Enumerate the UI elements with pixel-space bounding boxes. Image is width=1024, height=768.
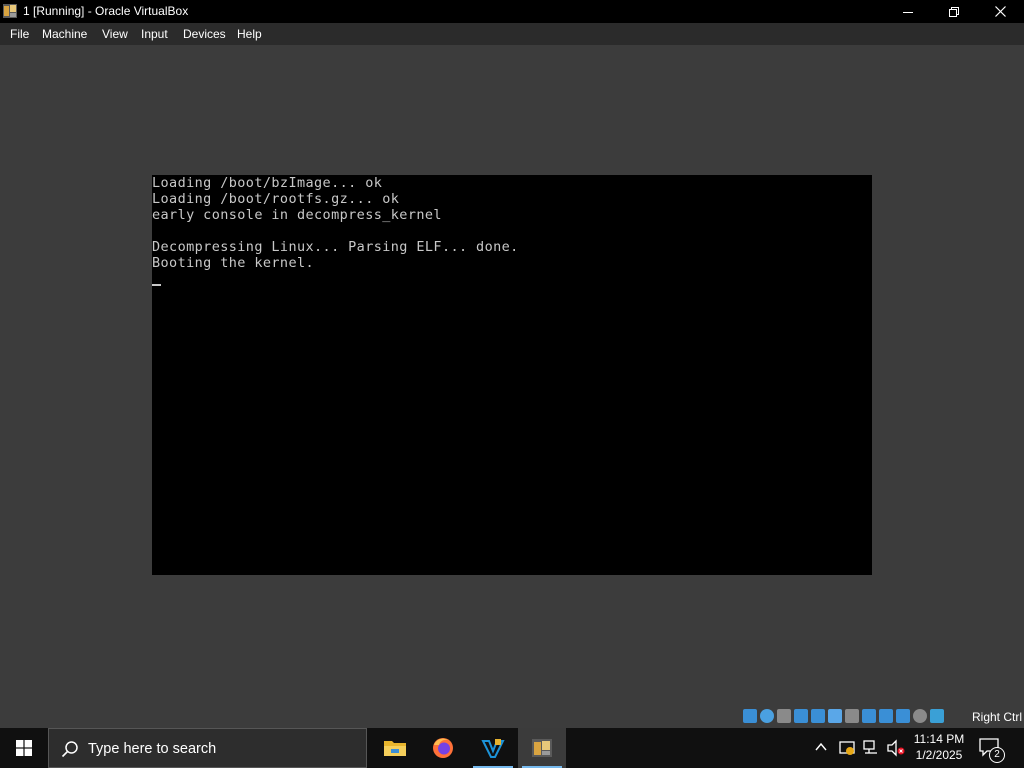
usb-icon[interactable] [828,709,842,723]
taskbar: Type here to search 11:14 PM 1/2/2025 2 [0,728,1024,768]
taskbar-clock[interactable]: 11:14 PM 1/2/2025 [910,731,968,763]
menu-file[interactable]: File [10,27,29,41]
vm-console-screen[interactable]: Loading /boot/bzImage... ok Loading /boo… [152,175,872,575]
window-title: 1 [Running] - Oracle VirtualBox [23,4,189,18]
floppy-icon[interactable] [777,709,791,723]
menu-view[interactable]: View [102,27,128,41]
title-bar: 1 [Running] - Oracle VirtualBox [0,0,1024,23]
shared-folders-icon[interactable] [845,709,859,723]
virtualbox-app-icon[interactable] [2,3,18,19]
host-key-label: Right Ctrl [972,710,1023,724]
taskbar-visual-studio-code[interactable] [469,728,517,768]
console-line: Booting the kernel. [152,255,315,271]
notification-count-badge: 2 [989,747,1005,763]
console-line: early console in decompress_kernel [152,207,442,223]
console-line: Loading /boot/rootfs.gz... ok [152,191,400,207]
search-icon [61,740,79,763]
show-hidden-icons-button[interactable] [814,740,828,759]
close-icon [994,6,1006,17]
close-button[interactable] [977,0,1023,23]
clock-date: 1/2/2025 [915,748,963,762]
restore-icon [949,6,959,17]
menu-machine[interactable]: Machine [42,27,87,41]
hard-disk-icon[interactable] [743,709,757,723]
firefox-icon [433,738,453,758]
search-placeholder: Type here to search [88,741,217,757]
tray-security-icon[interactable] [838,739,856,762]
menu-bar: File Machine View Input Devices Help [0,23,1024,45]
audio-icon[interactable] [794,709,808,723]
menu-devices[interactable]: Devices [183,27,226,41]
optical-drive-icon[interactable] [760,709,774,723]
taskbar-search-box[interactable]: Type here to search [48,728,367,768]
minimize-button[interactable] [885,0,931,23]
network-icon[interactable] [862,739,880,762]
display-icon[interactable] [862,709,876,723]
windows-logo-icon [16,740,32,756]
console-line: Loading /boot/bzImage... ok [152,175,383,191]
virtualbox-icon [532,739,552,757]
taskbar-firefox[interactable] [419,728,467,768]
text-cursor [152,284,161,286]
chevron-up-icon [815,742,827,751]
taskbar-file-explorer[interactable] [371,728,419,768]
clock-time: 11:14 PM [913,732,965,746]
file-explorer-icon [384,741,406,756]
keyboard-capture-icon[interactable] [930,709,944,723]
minimize-icon [903,11,913,13]
volume-muted-icon[interactable] [886,739,906,762]
start-button[interactable] [0,728,48,768]
network-icon[interactable] [811,709,825,723]
recording-icon[interactable] [879,709,893,723]
vt-x-icon[interactable] [896,709,910,723]
taskbar-virtualbox[interactable] [518,728,566,768]
menu-help[interactable]: Help [237,27,262,41]
visual-studio-code-icon [481,739,505,758]
menu-input[interactable]: Input [141,27,168,41]
restore-button[interactable] [931,0,977,23]
console-line: Decompressing Linux... Parsing ELF... do… [152,239,519,255]
mouse-integration-icon[interactable] [913,709,927,723]
vm-status-bar: Right Ctrl [0,705,1024,728]
